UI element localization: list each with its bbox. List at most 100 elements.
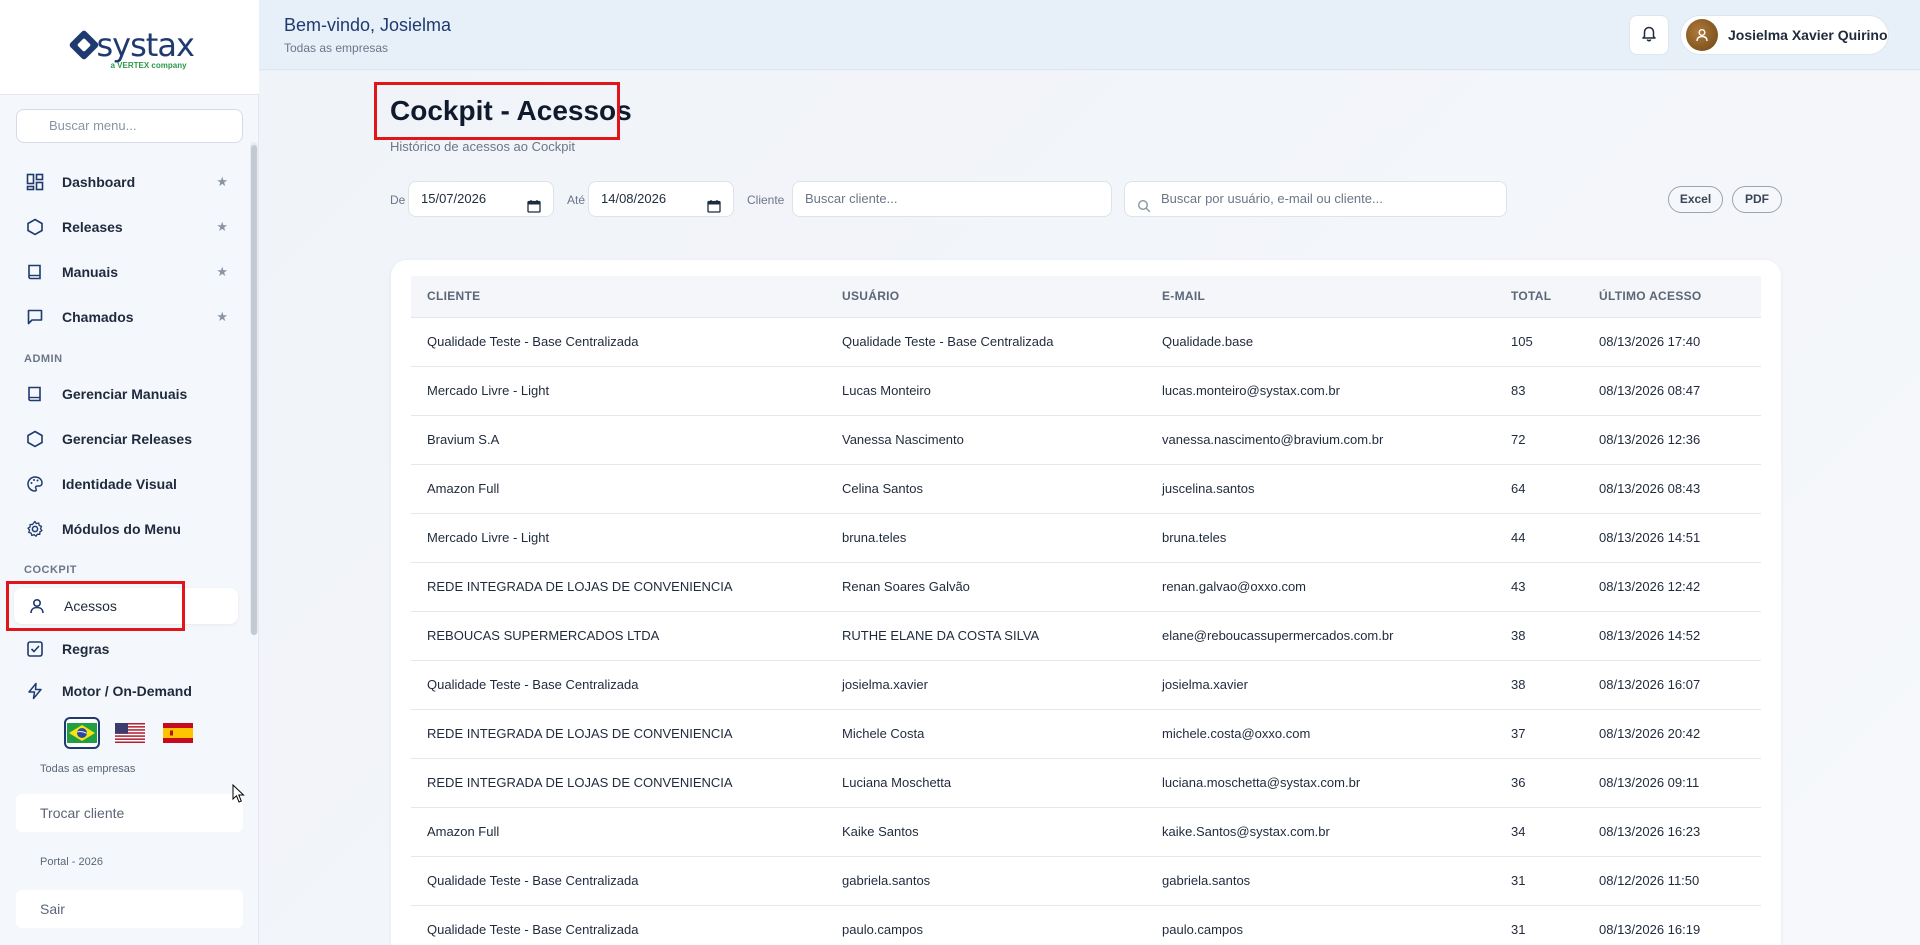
calendar-icon[interactable] (707, 192, 721, 226)
cell-cliente: REDE INTEGRADA DE LOJAS DE CONVENIENCIA (411, 562, 826, 612)
table-row[interactable]: Qualidade Teste - Base Centralizada josie… (411, 660, 1761, 710)
logout-button[interactable]: Sair (16, 890, 243, 928)
cell-usuario: Lucas Monteiro (826, 366, 1146, 416)
user-menu-button[interactable]: Josielma Xavier Quirino (1680, 15, 1889, 55)
cell-ultimo-acesso: 08/13/2026 12:42 (1583, 562, 1761, 612)
to-date-input[interactable]: 14/08/2026 (588, 181, 734, 217)
spain-flag-icon[interactable] (160, 717, 196, 749)
menu-search-input[interactable]: Buscar menu... (16, 109, 243, 143)
avatar (1686, 19, 1718, 51)
section-label-cockpit: COCKPIT (24, 564, 77, 576)
sidebar: systax a VERTEX company Buscar menu... D… (0, 0, 259, 945)
cell-email: josielma.xavier (1146, 660, 1495, 710)
records-search-input[interactable]: Buscar por usuário, e-mail ou cliente... (1124, 181, 1507, 217)
sidebar-item-label: Módulos do Menu (62, 521, 181, 537)
cell-ultimo-acesso: 08/13/2026 09:11 (1583, 758, 1761, 808)
cell-total: 38 (1495, 660, 1583, 710)
portal-version-label: Portal - 2026 (40, 856, 103, 868)
cell-email: kaike.Santos@systax.com.br (1146, 807, 1495, 857)
table-row[interactable]: Mercado Livre - Light Lucas Monteiro lucas… (411, 366, 1761, 416)
sidebar-item-dashboard[interactable]: Dashboard ★ (16, 164, 236, 200)
star-icon[interactable]: ★ (216, 309, 228, 325)
logo-mark-icon (67, 29, 100, 61)
cell-cliente: Qualidade Teste - Base Centralizada (411, 317, 826, 367)
sidebar-item-label: Gerenciar Manuais (62, 386, 188, 402)
table-row[interactable]: Qualidade Teste - Base Centralizada paulo… (411, 905, 1761, 945)
export-excel-button[interactable]: Excel (1668, 186, 1723, 213)
table-row[interactable]: Bravium S.A Vanessa Nascimento vanessa.nas… (411, 415, 1761, 465)
cell-usuario: Michele Costa (826, 709, 1146, 759)
sidebar-item-releases[interactable]: Releases ★ (16, 209, 236, 245)
column-header-ultimo-acesso[interactable]: ÚLTIMO ACESSO (1583, 276, 1761, 318)
cell-total: 38 (1495, 611, 1583, 661)
company-scope-subtitle: Todas as empresas (284, 41, 389, 55)
star-icon[interactable]: ★ (216, 264, 228, 280)
cell-email: luciana.moschetta@systax.com.br (1146, 758, 1495, 808)
usa-flag-icon[interactable] (112, 717, 148, 749)
cell-total: 105 (1495, 317, 1583, 367)
section-label-admin: ADMIN (24, 353, 63, 365)
export-pdf-button[interactable]: PDF (1732, 186, 1782, 213)
cell-total: 72 (1495, 415, 1583, 465)
table-row[interactable]: Qualidade Teste - Base Centralizada gabri… (411, 856, 1761, 906)
sidebar-item-manuais[interactable]: Manuais ★ (16, 254, 236, 290)
sidebar-item-label: Gerenciar Releases (62, 431, 192, 447)
cell-usuario: Kaike Santos (826, 807, 1146, 857)
cell-ultimo-acesso: 08/13/2026 20:42 (1583, 709, 1761, 759)
cell-total: 43 (1495, 562, 1583, 612)
cell-usuario: Luciana Moschetta (826, 758, 1146, 808)
checkbox-icon (24, 638, 46, 660)
cell-ultimo-acesso: 08/13/2026 14:51 (1583, 513, 1761, 563)
column-header-email[interactable]: E-MAIL (1146, 276, 1495, 318)
table-row[interactable]: Amazon Full Celina Santos juscelina.santos… (411, 464, 1761, 514)
cell-email: michele.costa@oxxo.com (1146, 709, 1495, 759)
table-row[interactable]: REDE INTEGRADA DE LOJAS DE CONVENIENCIA R… (411, 562, 1761, 612)
star-icon[interactable]: ★ (216, 219, 228, 235)
table-row[interactable]: Qualidade Teste - Base Centralizada Quali… (411, 317, 1761, 367)
logo-area: systax a VERTEX company (0, 0, 259, 95)
column-header-cliente[interactable]: CLIENTE (411, 276, 826, 318)
table-row[interactable]: Mercado Livre - Light bruna.teles bruna.te… (411, 513, 1761, 563)
table-row[interactable]: REDE INTEGRADA DE LOJAS DE CONVENIENCIA M… (411, 709, 1761, 759)
systax-logo[interactable]: systax a VERTEX company (65, 22, 195, 72)
table-header-row: CLIENTE USUÁRIO E-MAIL TOTAL ÚLTIMO ACES… (411, 276, 1761, 318)
cell-total: 37 (1495, 709, 1583, 759)
cell-total: 34 (1495, 807, 1583, 857)
welcome-message: Bem-vindo, Josielma (284, 15, 452, 35)
cell-cliente: REDE INTEGRADA DE LOJAS DE CONVENIENCIA (411, 709, 826, 759)
page-subtitle: Histórico de acessos ao Cockpit (390, 139, 575, 154)
sidebar-item-chamados[interactable]: Chamados ★ (16, 299, 236, 335)
cell-usuario: josielma.xavier (826, 660, 1146, 710)
sidebar-item-regras[interactable]: Regras (16, 631, 236, 667)
highlight-box-acessos (6, 581, 185, 631)
cell-total: 44 (1495, 513, 1583, 563)
table-row[interactable]: REDE INTEGRADA DE LOJAS DE CONVENIENCIA L… (411, 758, 1761, 808)
hexagon-icon (24, 216, 46, 238)
cell-email: Qualidade.base (1146, 317, 1495, 367)
cell-email: renan.galvao@oxxo.com (1146, 562, 1495, 612)
column-header-total[interactable]: TOTAL (1495, 276, 1583, 318)
cell-email: paulo.campos (1146, 905, 1495, 945)
notifications-button[interactable] (1629, 15, 1669, 55)
sidebar-scrollbar-thumb[interactable] (251, 145, 257, 635)
sidebar-item-modulos-do-menu[interactable]: Módulos do Menu (16, 511, 236, 547)
sidebar-item-gerenciar-manuais[interactable]: Gerenciar Manuais (16, 376, 236, 412)
switch-client-button[interactable]: Trocar cliente (16, 794, 243, 832)
cell-usuario: Vanessa Nascimento (826, 415, 1146, 465)
sidebar-item-motor-on-demand[interactable]: Motor / On-Demand (16, 673, 236, 709)
from-date-input[interactable]: 15/07/2026 (408, 181, 554, 217)
sidebar-item-gerenciar-releases[interactable]: Gerenciar Releases (16, 421, 236, 457)
mouse-cursor-icon (232, 783, 246, 809)
cell-ultimo-acesso: 08/13/2026 17:40 (1583, 317, 1761, 367)
star-icon[interactable]: ★ (216, 174, 228, 190)
calendar-icon[interactable] (527, 192, 541, 226)
table-row[interactable]: Amazon Full Kaike Santos kaike.Santos@syst… (411, 807, 1761, 857)
client-search-input[interactable]: Buscar cliente... (792, 181, 1112, 217)
table-row[interactable]: REBOUCAS SUPERMERCADOS LTDA RUTHE ELANE D… (411, 611, 1761, 661)
language-selector (64, 717, 196, 749)
brazil-flag-icon[interactable] (64, 717, 100, 749)
logo-tagline: a VERTEX company (110, 61, 187, 70)
column-header-usuario[interactable]: USUÁRIO (826, 276, 1146, 318)
cell-total: 36 (1495, 758, 1583, 808)
sidebar-item-identidade-visual[interactable]: Identidade Visual (16, 466, 236, 502)
